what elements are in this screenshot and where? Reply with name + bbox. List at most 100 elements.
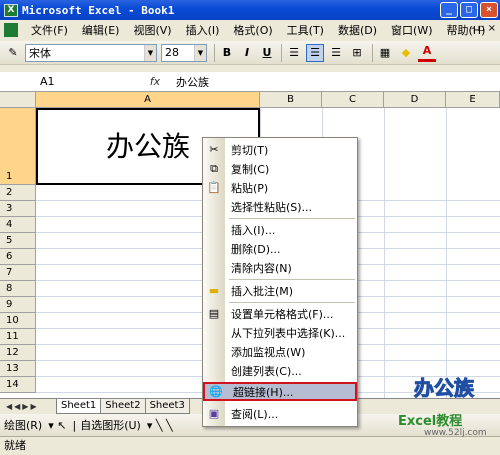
draw-menu-button[interactable]: 绘图(R): [4, 417, 42, 433]
title-bar: X Microsoft Excel - Book1 _ □ ×: [0, 0, 500, 20]
scissors-icon: ✂: [209, 143, 219, 156]
context-menu: ✂ 剪切(T) ⧉ 复制(C) 📋 粘贴(P) 选择性粘贴(S)... 插入(I)..…: [202, 137, 358, 427]
workbook-icon[interactable]: [4, 23, 18, 37]
menu-edit[interactable]: 编辑(E): [75, 22, 127, 38]
toolbar-divider: [372, 43, 373, 62]
menu-insert[interactable]: 插入(I): [179, 22, 227, 38]
select-all-corner[interactable]: [0, 92, 36, 108]
font-size-select[interactable]: 28 ▼: [161, 43, 207, 62]
watermark-line2: Excel教程: [398, 414, 463, 429]
menu-bar: 文件(F) 编辑(E) 视图(V) 插入(I) 格式(O) 工具(T) 数据(D…: [0, 20, 500, 40]
ctx-copy[interactable]: ⧉ 复制(C): [203, 159, 357, 178]
ctx-format-cells[interactable]: ▤ 设置单元格格式(F)...: [203, 304, 357, 323]
fill-color-icon[interactable]: ◆: [397, 44, 415, 62]
row-header-3[interactable]: 3: [0, 201, 36, 217]
row-header-14[interactable]: 14: [0, 377, 36, 393]
ctx-insert[interactable]: 插入(I)...: [203, 220, 357, 239]
row-header-11[interactable]: 11: [0, 329, 36, 345]
function-icon[interactable]: fx: [140, 75, 170, 88]
borders-icon[interactable]: ▦: [376, 44, 394, 62]
italic-button[interactable]: I: [238, 44, 256, 62]
row-header-12[interactable]: 12: [0, 345, 36, 361]
row-header-10[interactable]: 10: [0, 313, 36, 329]
formatting-toolbar: ✎ 宋体 ▼ 28 ▼ B I U ☰ ☰ ☰ ⊞ ▦ ◆ A: [0, 41, 500, 65]
comment-icon: ▬: [208, 284, 220, 297]
menu-separator: [229, 279, 355, 280]
gridline: [446, 108, 447, 398]
ctx-research[interactable]: ▣ 查阅(L)...: [203, 404, 357, 423]
excel-icon: X: [4, 3, 18, 17]
column-header-c[interactable]: C: [322, 92, 384, 108]
row-header-4[interactable]: 4: [0, 217, 36, 233]
ctx-add-watch[interactable]: 添加监视点(W): [203, 342, 357, 361]
merge-center-icon[interactable]: ⊞: [348, 44, 366, 62]
column-header-a[interactable]: A: [36, 92, 260, 108]
row-header-8[interactable]: 8: [0, 281, 36, 297]
ctx-create-list[interactable]: 创建列表(C)...: [203, 361, 357, 380]
formula-bar: A1 fx 办公族: [0, 72, 500, 92]
menu-data[interactable]: 数据(D): [331, 22, 384, 38]
row-header-13[interactable]: 13: [0, 361, 36, 377]
ctx-pick-from-list[interactable]: 从下拉列表中选择(K)...: [203, 323, 357, 342]
toolbar-divider: [214, 43, 215, 62]
watermark-logo: 办公族 Excel教程 www.52lj.com: [384, 370, 494, 440]
close-button[interactable]: ×: [480, 2, 498, 18]
formula-input[interactable]: 办公族: [170, 74, 209, 90]
ctx-paste-special[interactable]: 选择性粘贴(S)...: [203, 197, 357, 216]
toolbar-options-icon[interactable]: ✎: [4, 44, 22, 62]
sheet-tab-3[interactable]: Sheet3: [144, 399, 190, 414]
maximize-button[interactable]: □: [460, 2, 478, 18]
font-color-button[interactable]: A: [418, 44, 436, 62]
watermark-line1: 办公族: [414, 376, 475, 401]
align-center-icon[interactable]: ☰: [306, 43, 324, 62]
menu-view[interactable]: 视图(V): [126, 22, 178, 38]
status-text: 就绪: [4, 439, 26, 452]
watermark-line3: www.52lj.com: [424, 428, 487, 438]
ctx-hyperlink[interactable]: 🌐 超链接(H)...: [203, 382, 357, 401]
paste-icon: 📋: [207, 181, 221, 194]
globe-link-icon: 🌐: [209, 385, 223, 398]
menu-tools[interactable]: 工具(T): [280, 22, 331, 38]
sheet-tab-1[interactable]: Sheet1: [56, 399, 102, 414]
research-icon: ▣: [208, 407, 220, 420]
row-header-6[interactable]: 6: [0, 249, 36, 265]
menu-separator: [229, 302, 355, 303]
window-title: Microsoft Excel - Book1: [22, 3, 175, 17]
toolbar-divider: |: [72, 418, 77, 432]
row-header-7[interactable]: 7: [0, 265, 36, 281]
menu-format[interactable]: 格式(O): [226, 22, 279, 38]
underline-button[interactable]: U: [258, 44, 276, 62]
bold-button[interactable]: B: [218, 44, 236, 62]
align-left-icon[interactable]: ☰: [285, 44, 303, 62]
tab-scroll-arrows-icon[interactable]: ◀◀▶▶: [0, 402, 56, 411]
copy-icon: ⧉: [210, 162, 218, 175]
ctx-insert-comment[interactable]: ▬ 插入批注(M): [203, 281, 357, 300]
line-tool-icon[interactable]: ▾ ╲ ╲: [147, 419, 173, 432]
toolbar-divider: [281, 43, 282, 62]
chevron-down-icon: ▼: [144, 44, 156, 61]
name-box[interactable]: A1: [0, 72, 140, 91]
ctx-paste[interactable]: 📋 粘贴(P): [203, 178, 357, 197]
minimize-button[interactable]: _: [440, 2, 458, 18]
row-header-9[interactable]: 9: [0, 297, 36, 313]
menu-file[interactable]: 文件(F): [24, 22, 75, 38]
menu-separator: [229, 218, 355, 219]
doc-close-icon[interactable]: - ▫ ×: [471, 23, 496, 34]
gridline: [384, 108, 385, 398]
menu-window[interactable]: 窗口(W): [384, 22, 439, 38]
pointer-icon[interactable]: ▾ ↖: [48, 419, 66, 432]
sheet-tab-2[interactable]: Sheet2: [100, 399, 146, 414]
align-right-icon[interactable]: ☰: [327, 44, 345, 62]
ctx-clear-contents[interactable]: 清除内容(N): [203, 258, 357, 277]
column-header-b[interactable]: B: [260, 92, 322, 108]
column-header-e[interactable]: E: [446, 92, 500, 108]
chevron-down-icon: ▼: [194, 44, 206, 61]
ctx-cut[interactable]: ✂ 剪切(T): [203, 140, 357, 159]
row-header-2[interactable]: 2: [0, 185, 36, 201]
ctx-delete[interactable]: 删除(D)...: [203, 239, 357, 258]
row-header-1[interactable]: 1: [0, 108, 36, 185]
autoshapes-button[interactable]: 自选图形(U): [80, 417, 141, 433]
font-name-select[interactable]: 宋体 ▼: [25, 43, 157, 62]
column-header-d[interactable]: D: [384, 92, 446, 108]
row-header-5[interactable]: 5: [0, 233, 36, 249]
